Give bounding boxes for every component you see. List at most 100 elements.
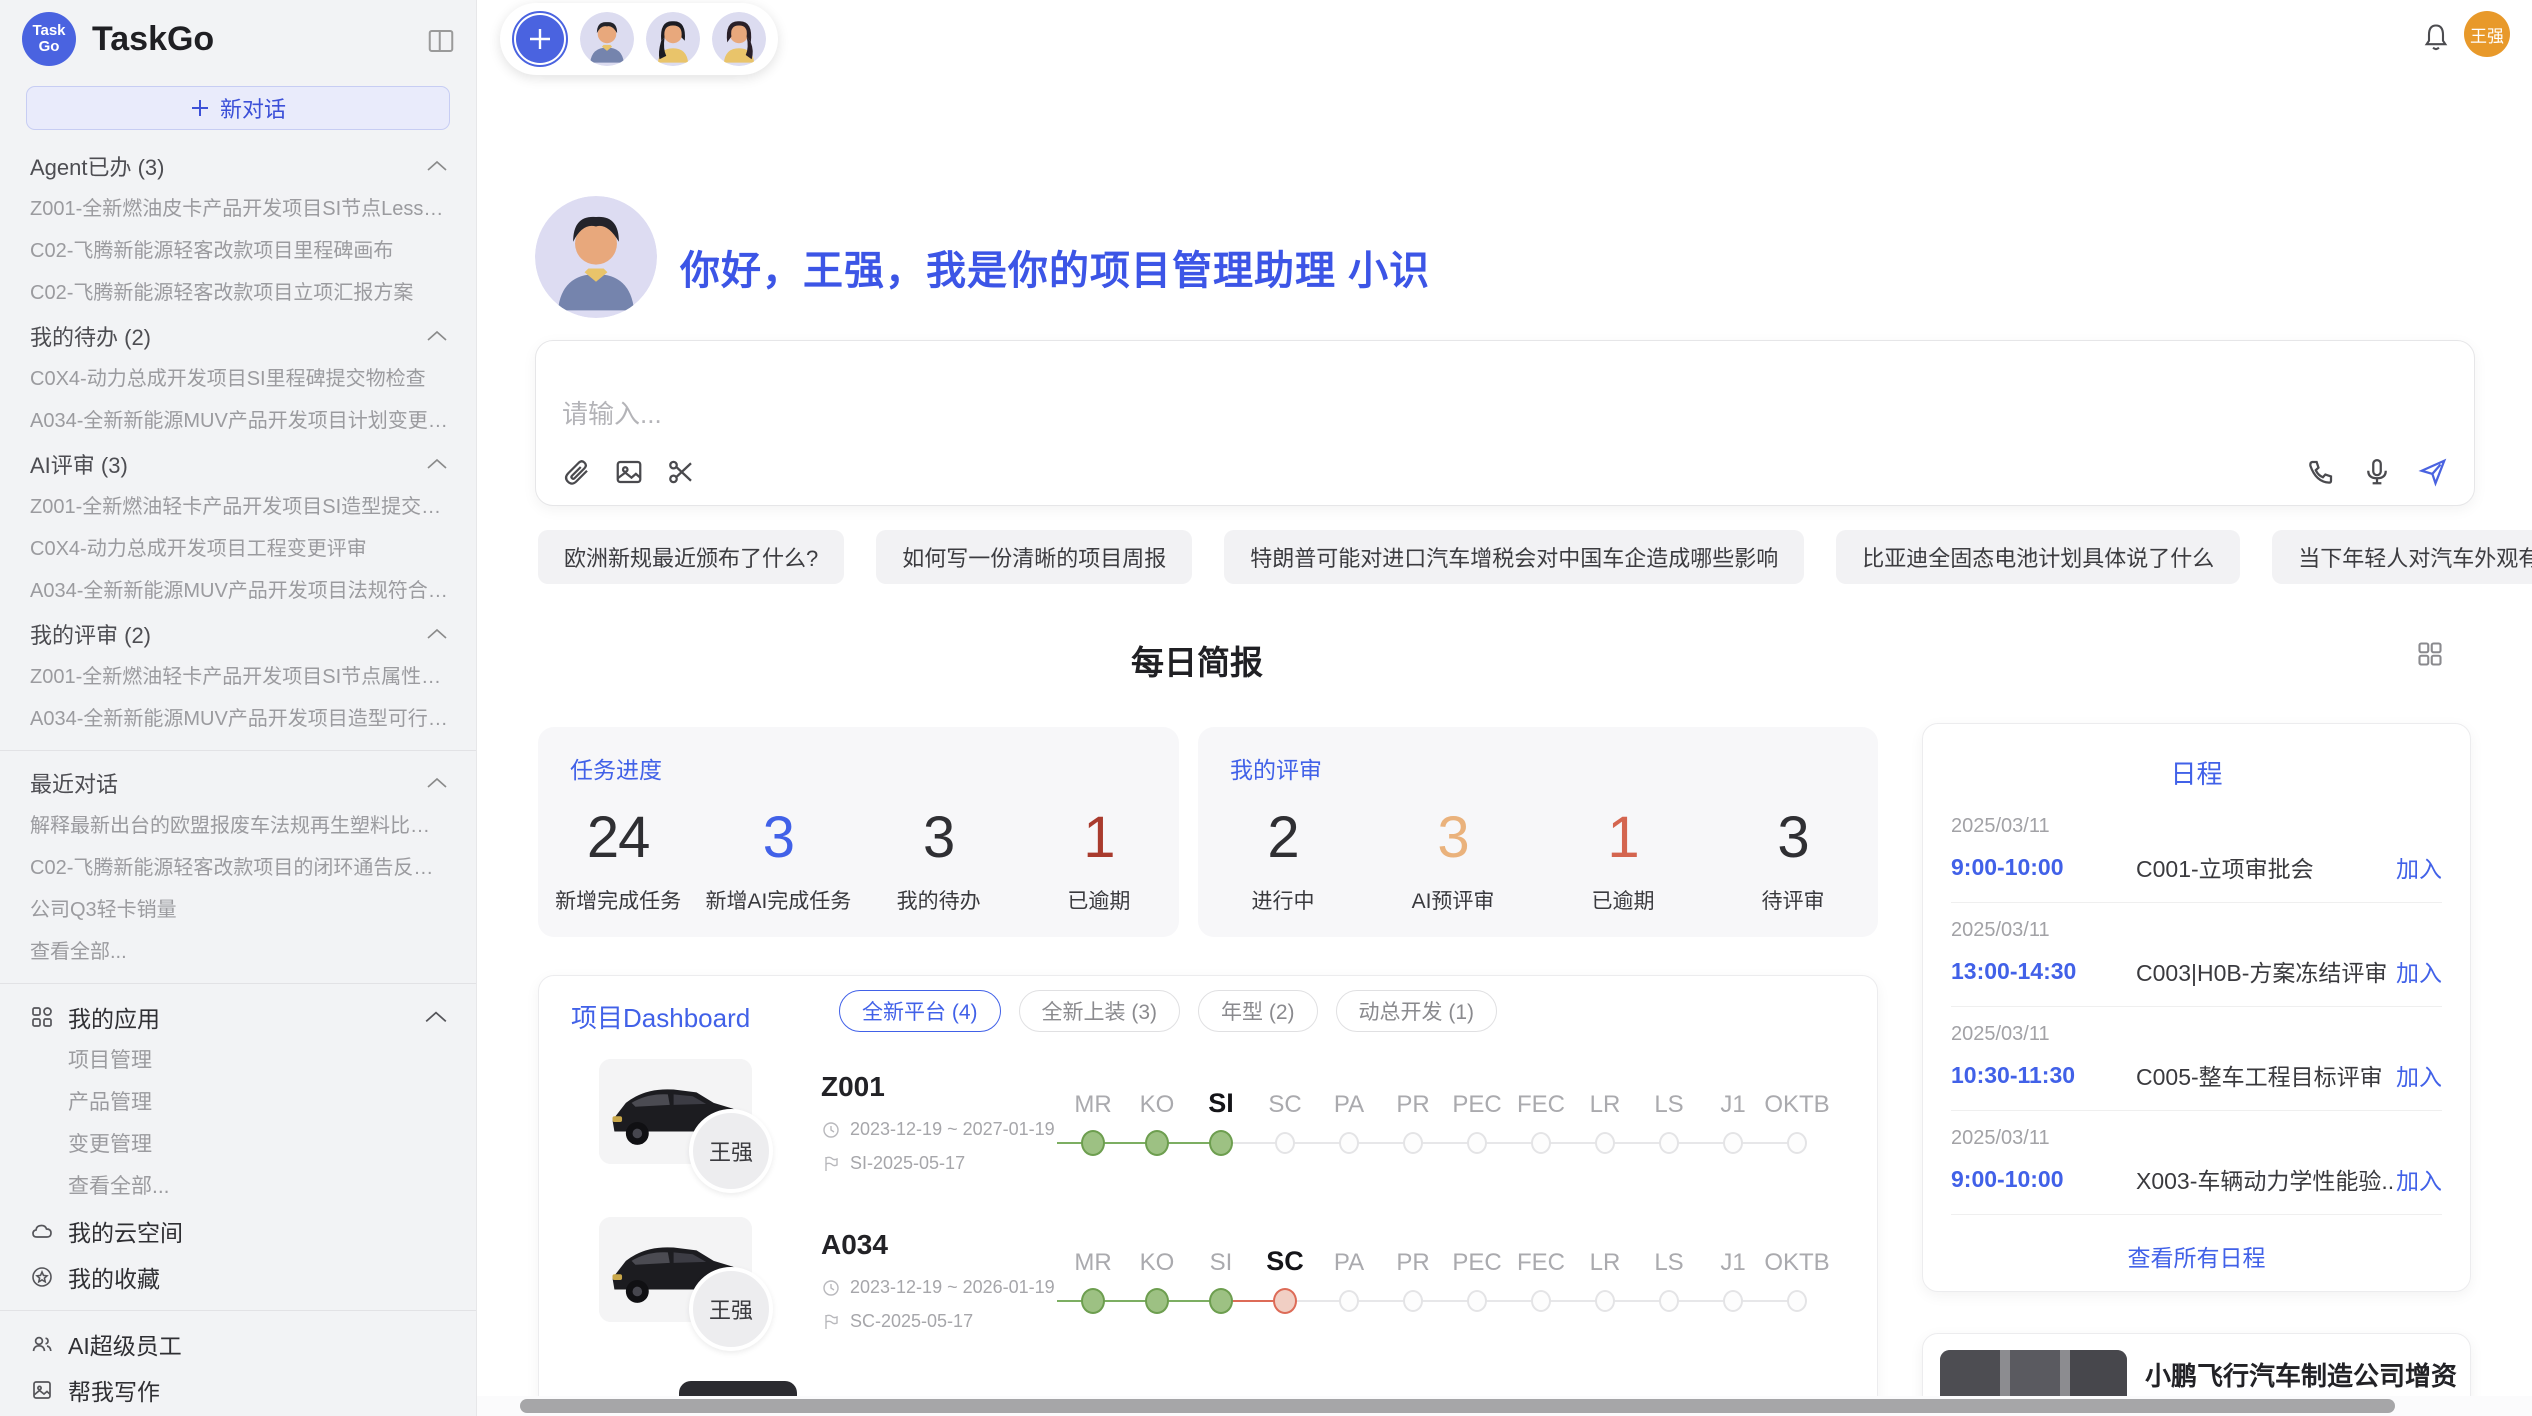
image-upload-icon[interactable] (614, 457, 644, 487)
suggestion-chip[interactable]: 如何写一份清晰的项目周报 (876, 530, 1192, 584)
sidebar-group-1[interactable]: 我的待办 (2) (0, 314, 476, 358)
flag-icon (822, 1155, 840, 1173)
milestone-dot (1403, 1132, 1423, 1154)
sidebar-divider (0, 983, 476, 984)
stat-label: 新增完成任务 (555, 885, 681, 915)
milestone-label: MR (1074, 1249, 1111, 1277)
project-row[interactable]: 王强A0342023-12-19 ~ 2026-01-19SC-2025-05-… (539, 1217, 1879, 1367)
dashboard-tab-2[interactable]: 年型 (2) (1198, 990, 1318, 1032)
sidebar-tool-1[interactable]: 帮我写作 (0, 1367, 476, 1413)
event-time: 9:00-10:00 (1951, 854, 2136, 881)
milestone-dot (1659, 1290, 1679, 1312)
view-all-schedule-link[interactable]: 查看所有日程 (1923, 1215, 2470, 1273)
sidebar-collapse-icon[interactable] (426, 26, 456, 52)
sidebar-group-1-label: 我的待办 (2) (30, 320, 426, 352)
sidebar-group-recent[interactable]: 最近对话 (0, 761, 476, 805)
sidebar-group-2[interactable]: AI评审 (3) (0, 442, 476, 486)
suggestion-chip[interactable]: 当下年轻人对汽车外观有怎样的喜好趋势 (2272, 530, 2532, 584)
agent-avatar-1[interactable] (580, 12, 634, 66)
event-row: 9:00-10:00C001-立项审批会加入 (1951, 850, 2442, 884)
user-avatar-badge[interactable]: 王强 (2464, 11, 2510, 57)
sidebar-task-item[interactable]: A034-全新新能源MUV产品开发项目计划变更表编写 (0, 400, 476, 442)
sidebar-group-0[interactable]: Agent已办 (3) (0, 144, 476, 188)
sidebar-task-item[interactable]: A034-全新新能源MUV产品开发项目造型可行性评审 (0, 698, 476, 740)
horizontal-scrollbar-thumb[interactable] (520, 1399, 2395, 1413)
sidebar-app-item[interactable]: 产品管理 (0, 1082, 476, 1124)
sidebar-tool-1-label: 帮我写作 (68, 1373, 160, 1407)
photo-doc-icon (30, 1378, 54, 1402)
assistant-avatar (535, 196, 657, 318)
event-join-link[interactable]: 加入 (2396, 954, 2442, 988)
add-agent-button[interactable] (512, 11, 568, 67)
chat-input[interactable] (562, 399, 2062, 430)
project-dates: 2023-12-19 ~ 2027-01-19 (822, 1119, 1055, 1140)
agent-avatar-3[interactable] (712, 12, 766, 66)
project-dates-text: 2023-12-19 ~ 2027-01-19 (850, 1119, 1055, 1140)
sidebar-tool-0[interactable]: AI超级员工 (0, 1321, 476, 1367)
briefing-layout-icon[interactable] (2416, 640, 2444, 668)
event-date: 2025/03/11 (1951, 919, 2442, 942)
agent-avatar-2[interactable] (646, 12, 700, 66)
sidebar-recent-item[interactable]: 公司Q3轻卡销量 (0, 889, 476, 931)
new-chat-button[interactable]: 新对话 (26, 86, 450, 130)
sidebar-task-item[interactable]: C0X4-动力总成开发项目工程变更评审 (0, 528, 476, 570)
milestone-label: SI (1208, 1088, 1234, 1119)
milestone-dot (1275, 1132, 1295, 1154)
sidebar-recent-item[interactable]: C02-飞腾新能源轻客改款项目的闭环通告反馈情况 (0, 847, 476, 889)
sidebar-favorites[interactable]: 我的收藏 (0, 1254, 476, 1300)
voice-call-icon[interactable] (2306, 457, 2336, 487)
plus-icon (190, 98, 210, 118)
sidebar-app-item[interactable]: 变更管理 (0, 1124, 476, 1166)
notification-bell-icon[interactable] (2422, 22, 2450, 52)
suggestion-chip[interactable]: 特朗普可能对进口汽车增税会对中国车企造成哪些影响 (1224, 530, 1804, 584)
event-join-link[interactable]: 加入 (2396, 1162, 2442, 1196)
event-title: C005-整车工程目标评审 (2136, 1058, 2396, 1092)
project-flag-text: SI-2025-05-17 (850, 1153, 965, 1174)
sidebar-task-item[interactable]: Z001-全新燃油轻卡产品开发项目SI造型提交物评审 (0, 486, 476, 528)
project-owner-badge: 王强 (689, 1109, 773, 1193)
send-icon[interactable] (2418, 457, 2448, 487)
sidebar-task-item[interactable]: A034-全新新能源MUV产品开发项目法规符合性评审 (0, 570, 476, 612)
attachment-icon[interactable] (562, 457, 592, 487)
clock-icon (822, 1121, 840, 1139)
sidebar-divider (0, 1310, 476, 1311)
sidebar-group-0-label: Agent已办 (3) (30, 150, 426, 182)
sidebar-cloud-space[interactable]: 我的云空间 (0, 1208, 476, 1254)
sidebar-task-item[interactable]: Z001-全新燃油轻卡产品开发项目SI节点属性5D文件评审 (0, 656, 476, 698)
milestone-dot (1081, 1130, 1105, 1156)
stat-label: 已逾期 (1592, 885, 1655, 915)
sidebar-task-item[interactable]: C02-飞腾新能源轻客改款项目立项汇报方案 (0, 272, 476, 314)
event-join-link[interactable]: 加入 (2396, 850, 2442, 884)
suggestion-chip[interactable]: 比亚迪全固态电池计划具体说了什么 (1836, 530, 2240, 584)
project-owner-badge: 王强 (689, 1267, 773, 1351)
dashboard-tabs: 全新平台 (4) 全新上装 (3) 年型 (2) 动总开发 (1) (839, 990, 1497, 1032)
sidebar-task-item[interactable]: C0X4-动力总成开发项目SI里程碑提交物检查 (0, 358, 476, 400)
sidebar-recent-item[interactable]: 查看全部... (0, 931, 476, 973)
sidebar-app-item[interactable]: 项目管理 (0, 1040, 476, 1082)
suggestion-chip[interactable]: 欧洲新规最近颁布了什么? (538, 530, 844, 584)
scissors-icon[interactable] (666, 457, 696, 487)
sidebar-my-apps[interactable]: 我的应用 (0, 994, 476, 1040)
sidebar-task-item[interactable]: Z001-全新燃油皮卡产品开发项目SI节点Lesson Learn报告 (0, 188, 476, 230)
sidebar-group-recent-label: 最近对话 (30, 767, 426, 799)
project-row[interactable]: 王强Z0012023-12-19 ~ 2027-01-19SI-2025-05-… (539, 1059, 1879, 1209)
dashboard-tab-1[interactable]: 全新上装 (3) (1019, 990, 1181, 1032)
milestone-label: LS (1654, 1249, 1683, 1277)
sidebar-app-item[interactable]: 查看全部... (0, 1166, 476, 1208)
event-join-link[interactable]: 加入 (2396, 1058, 2442, 1092)
sidebar-task-item[interactable]: C02-飞腾新能源轻客改款项目里程碑画布 (0, 230, 476, 272)
stat-cell: 3待评审 (1708, 787, 1878, 937)
milestone-label: LR (1590, 1091, 1621, 1119)
milestone-label: OKTB (1764, 1249, 1829, 1277)
microphone-icon[interactable] (2362, 457, 2392, 487)
dashboard-tab-0[interactable]: 全新平台 (4) (839, 990, 1001, 1032)
dashboard-tab-3[interactable]: 动总开发 (1) (1336, 990, 1498, 1032)
stat-cell: 3AI预评审 (1368, 787, 1538, 937)
sidebar-cloud-space-label: 我的云空间 (68, 1214, 183, 1248)
app-title: TaskGo (92, 20, 426, 59)
sidebar-group-3[interactable]: 我的评审 (2) (0, 612, 476, 656)
sidebar-recent-item[interactable]: 解释最新出台的欧盟报废车法规再生塑料比例被调至15%... (0, 805, 476, 847)
milestone-dot (1723, 1290, 1743, 1312)
app-root: Task Go TaskGo 新对话 Agent已办 (3)Z001-全新燃油皮… (0, 0, 2532, 1416)
new-chat-label: 新对话 (220, 92, 286, 124)
